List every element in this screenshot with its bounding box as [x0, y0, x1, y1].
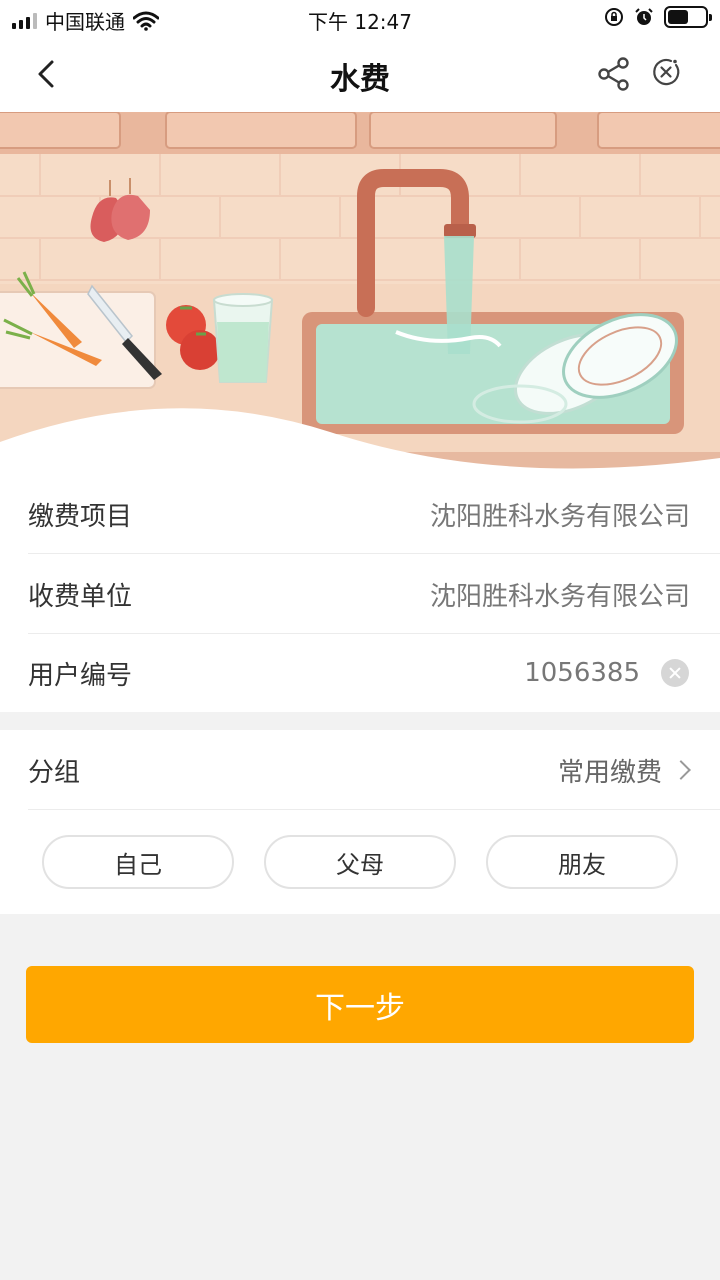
divider: [28, 809, 720, 810]
kitchen-sink-illustration: [0, 112, 720, 482]
nav-bar: 水费: [0, 36, 720, 112]
account-number-label: 用户编号: [28, 660, 133, 691]
status-bar: 中国联通 下午 12:47: [0, 0, 720, 36]
billing-unit-row: 收费单位 沈阳胜科水务有限公司: [28, 554, 720, 634]
next-step-button[interactable]: 下一步: [26, 966, 694, 1043]
payment-item-label: 缴费项目: [28, 501, 133, 532]
group-value[interactable]: 常用缴费: [558, 752, 662, 789]
share-icon[interactable]: [596, 56, 632, 92]
status-right: [604, 6, 712, 28]
rotation-lock-icon: [605, 8, 623, 26]
group-chip-friends[interactable]: 朋友: [486, 835, 678, 889]
group-label: 分组: [28, 757, 81, 788]
close-mini-program-icon[interactable]: [650, 56, 682, 88]
payment-item-value: 沈阳胜科水务有限公司: [429, 501, 690, 532]
battery-icon: [664, 6, 712, 28]
payment-info-card: 缴费项目 沈阳胜科水务有限公司 收费单位 沈阳胜科水务有限公司 用户编号 105…: [0, 474, 720, 712]
chevron-right-icon[interactable]: [671, 760, 691, 780]
group-row[interactable]: 分组 常用缴费: [28, 730, 720, 810]
clear-input-icon[interactable]: [661, 659, 689, 687]
account-number-row[interactable]: 用户编号 1056385: [28, 634, 720, 712]
group-chip-parents[interactable]: 父母: [264, 835, 456, 889]
payment-item-row: 缴费项目 沈阳胜科水务有限公司: [28, 474, 720, 554]
kitchen-illustration-banner: [0, 112, 720, 482]
alarm-icon: [635, 8, 653, 25]
account-number-input[interactable]: 1056385: [524, 658, 640, 688]
group-chip-self[interactable]: 自己: [42, 835, 234, 889]
billing-unit-value: 沈阳胜科水务有限公司: [429, 581, 690, 612]
billing-unit-label: 收费单位: [28, 581, 133, 612]
